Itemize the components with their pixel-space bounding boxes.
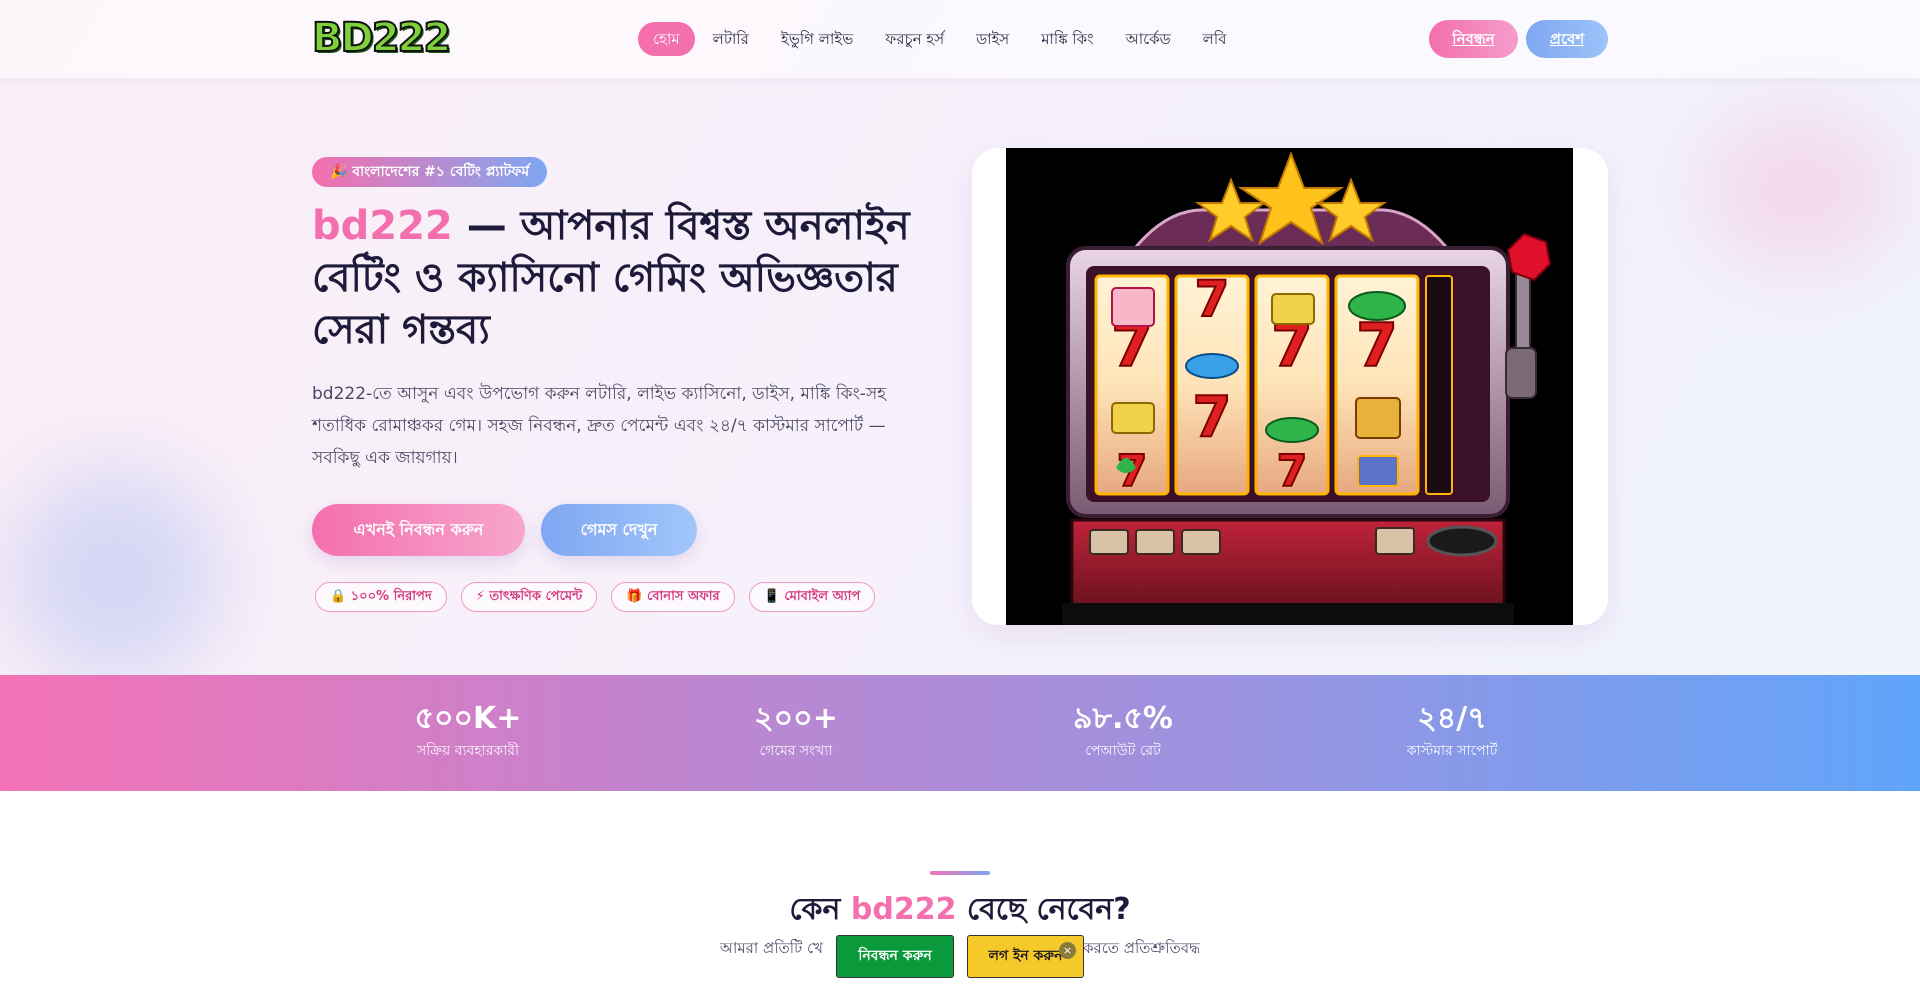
view-games-button[interactable]: গেমস দেখুন: [541, 504, 697, 556]
section-divider: [930, 871, 990, 875]
stat-game-count: ২০০+ গেমের সংখ্যা: [666, 675, 926, 760]
hero-title: bd222 — আপনার বিশ্বস্ত অনলাইন বেটিং ও ক্…: [312, 200, 912, 356]
site-header: BD222 হোম লটারি ইভুগি লাইভ ফরচুন হর্স ডা…: [0, 0, 1920, 78]
chip-secure: 🔒 ১০০% নিরাপদ: [315, 582, 447, 612]
why-subtitle: আমরা প্রতিটি খে করতে প্রতিশ্রুতিবদ্ধ: [0, 938, 1920, 958]
stat-value: ২০০+: [754, 701, 838, 736]
slot-reels: 7 7 7 7 7 7 7: [1094, 269, 1453, 498]
hero-title-brand: bd222: [312, 203, 453, 249]
slot-machine-image: 7 7 7 7 7 7 7: [1006, 148, 1573, 625]
close-icon[interactable]: ×: [1059, 942, 1076, 959]
chip-mobile-app: 📱 মোবাইল অ্যাপ: [748, 582, 876, 612]
why-subtitle-left: আমরা প্রতিটি খে: [719, 939, 823, 957]
chip-bonus-offer: 🎁 বোনাস অফার: [611, 582, 735, 612]
why-title-pre: কেন: [789, 892, 851, 927]
nav-item-arcade[interactable]: আর্কেড: [1110, 22, 1187, 56]
nav-item-home[interactable]: হোম: [638, 22, 695, 56]
chip-instant-payment: ⚡ তাৎক্ষণিক পেমেন্ট: [460, 582, 598, 612]
svg-text:7: 7: [1356, 311, 1398, 381]
stat-value: ২৪/৭: [1417, 701, 1487, 736]
hero-image-card: 7 7 7 7 7 7 7: [972, 148, 1608, 625]
login-button[interactable]: প্রবেশ: [1526, 20, 1608, 58]
svg-text:7: 7: [1193, 385, 1232, 450]
why-title-post: বেছে নেবেন?: [956, 892, 1131, 927]
slot-machine-illustration: 7 7 7 7 7 7 7: [1062, 151, 1552, 625]
svg-text:7: 7: [1195, 270, 1230, 328]
hero-description: bd222-তে আসুন এবং উপভোগ করুন লটারি, লাইভ…: [312, 384, 887, 468]
background-blob: [1700, 110, 1900, 270]
stat-label: সক্রিয় ব্যবহারকারী: [417, 743, 519, 759]
why-title-brand: bd222: [850, 892, 957, 927]
main-nav: হোম লটারি ইভুগি লাইভ ফরচুন হর্স ডাইস মাঙ…: [638, 22, 1242, 56]
floating-register-button[interactable]: নিবন্ধন করুন: [836, 935, 954, 978]
stat-value: ৯৮.৫%: [1073, 701, 1173, 736]
stat-payout-rate: ৯৮.৫% পেআউট রেট: [993, 675, 1253, 760]
stat-support: ২৪/৭ কাস্টমার সাপোর্ট: [1322, 675, 1582, 760]
stats-bar: ৫০০K+ সক্রিয় ব্যবহারকারী ২০০+ গেমের সংখ…: [0, 675, 1920, 791]
site-logo[interactable]: BD222: [311, 14, 452, 62]
stat-label: গেমের সংখ্যা: [759, 743, 833, 759]
svg-text:7: 7: [1277, 446, 1308, 497]
nav-item-evugi-live[interactable]: ইভুগি লাইভ: [765, 22, 869, 56]
background-blob: [10, 470, 220, 680]
nav-item-lobby[interactable]: লবি: [1187, 22, 1243, 56]
feature-chips: 🔒 ১০০% নিরাপদ ⚡ তাৎক্ষণিক পেমেন্ট 🎁 বোনা…: [315, 582, 876, 612]
why-subtitle-right: করতে প্রতিশ্রুতিবদ্ধ: [1082, 939, 1201, 957]
stat-label: কাস্টমার সাপোর্ট: [1406, 743, 1498, 759]
hero-badge: 🎉 বাংলাদেশের #১ বেটিং প্ল্যাটফর্ম: [312, 157, 548, 187]
register-now-button[interactable]: এখনই নিবন্ধন করুন: [312, 504, 525, 556]
register-button[interactable]: নিবন্ধন: [1429, 20, 1518, 58]
stat-label: পেআউট রেট: [1085, 743, 1161, 759]
nav-item-lottery[interactable]: লটারি: [697, 22, 765, 56]
stat-value: ৫০০K+: [414, 701, 522, 736]
nav-item-fortune-horse[interactable]: ফরচুন হর্স: [869, 22, 960, 56]
nav-item-dice[interactable]: ডাইস: [960, 22, 1025, 56]
stat-active-users: ৫০০K+ সক্রিয় ব্যবহারকারী: [338, 675, 598, 760]
nav-item-monkey-king[interactable]: মাঙ্কি কিং: [1025, 22, 1109, 56]
why-title: কেন bd222 বেছে নেবেন?: [0, 890, 1920, 930]
